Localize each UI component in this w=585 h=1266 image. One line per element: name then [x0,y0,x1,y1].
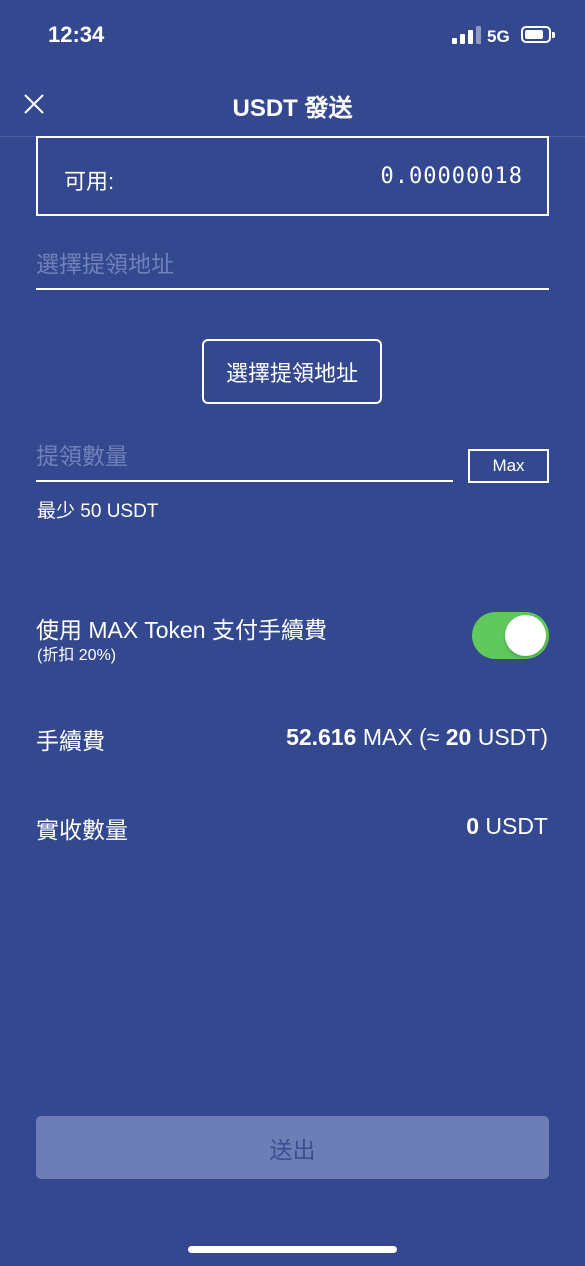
received-amount-label: 實收數量 [36,817,128,843]
status-time: 12:34 [48,22,105,47]
withdraw-address-input[interactable] [36,240,549,290]
available-balance-value: 0.00000018 [380,164,523,189]
select-address-button[interactable]: 選擇提領地址 [202,339,382,404]
toggle-knob [505,615,546,656]
withdraw-amount-input[interactable] [36,432,453,482]
fee-approx-suffix: USDT) [477,724,548,750]
fee-approx-prefix: (≈ [419,724,440,750]
page-title: USDT 發送 [232,95,353,122]
home-indicator [188,1246,397,1253]
max-token-fee-toggle[interactable] [472,612,549,659]
battery-icon [521,26,555,43]
fee-amount: 52.616 [286,724,357,750]
minimum-amount-note: 最少 50 USDT [37,501,159,522]
fee-label: 手續費 [36,728,105,754]
max-amount-button[interactable]: Max [468,449,549,483]
fee-value: 52.616 MAX (≈ 20 USDT) [286,724,548,751]
available-balance-box: 可用: 0.00000018 [36,136,549,216]
max-token-fee-label: 使用 MAX Token 支付手續費 [36,617,327,643]
available-balance-label: 可用: [64,169,115,194]
received-unit: USDT [485,813,548,839]
signal-strength-icon [452,26,481,44]
network-type: 5G [487,27,510,46]
submit-button[interactable]: 送出 [36,1116,549,1179]
received-amount: 0 [466,813,479,839]
fee-approx-amount: 20 [445,724,472,750]
received-amount-value: 0 USDT [466,813,548,840]
fee-unit: MAX [362,724,413,750]
max-token-discount-note: (折扣 20%) [37,647,117,664]
